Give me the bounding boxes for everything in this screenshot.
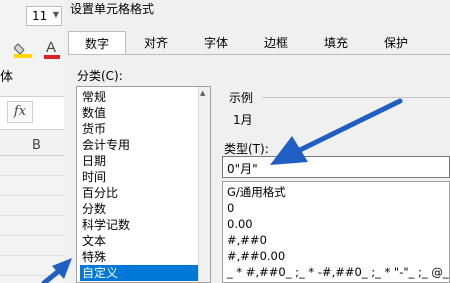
tab-border[interactable]: 边框 [250,31,302,55]
insert-function-button[interactable]: fx [7,101,33,123]
format-item[interactable]: 0.00 [227,216,253,232]
font-size-select[interactable]: 11 ▼ [26,6,62,26]
tab-divider [68,54,450,55]
category-item[interactable]: 日期 [80,153,207,169]
category-item[interactable]: 分数 [80,201,207,217]
format-code-list[interactable]: G/通用格式 0 0.00 #,##0 #,##0.00 _ * #,##0_ … [222,181,450,283]
sample-value: 1月 [233,113,253,127]
font-color-icon[interactable]: A [44,38,60,60]
category-label: 分类(C): [77,69,123,83]
category-item[interactable]: 特殊 [80,249,207,265]
category-item[interactable]: 常规 [80,89,207,105]
tab-strip: 数字 对齐 字体 边框 填充 保护 [68,31,450,55]
category-item[interactable]: 科学记数 [80,217,207,233]
format-item[interactable]: #,##0 [227,232,267,248]
type-input-value: 0"月" [227,162,258,176]
format-item[interactable]: G/通用格式 [227,184,286,200]
font-size-value: 11 [32,9,48,23]
chevron-down-icon: ▼ [52,10,59,19]
format-item[interactable]: 0 [227,200,234,216]
type-input[interactable]: 0"月" [222,156,450,178]
format-item[interactable]: #,##0.00 [227,248,285,264]
category-item[interactable]: 货币 [80,121,207,137]
category-item[interactable]: 数值 [80,105,207,121]
category-scrollbar[interactable] [198,87,210,282]
sample-group-line [262,97,450,98]
tab-fill[interactable]: 填充 [310,31,362,55]
column-header-b[interactable]: B [32,138,41,153]
tab-alignment[interactable]: 对齐 [130,31,182,55]
category-item-custom[interactable]: 自定义 [80,265,207,281]
grid-line [0,235,64,236]
format-item[interactable]: _ * #,##0_ ;_ * -#,##0_ ;_ * "-"_ ;_ @_ [227,264,449,280]
svg-text:A: A [46,39,56,56]
category-list[interactable]: 常规 数值 货币 会计专用 日期 时间 百分比 分数 科学记数 文本 特殊 自定… [76,86,211,283]
category-item[interactable]: 会计专用 [80,137,207,153]
category-item[interactable]: 文本 [80,233,207,249]
sample-label: 示例 [229,91,254,105]
fill-color-icon[interactable] [13,40,32,58]
grid-line [0,255,64,256]
tab-font[interactable]: 字体 [190,31,242,55]
grid-line [0,215,64,216]
category-item[interactable]: 百分比 [80,185,207,201]
ribbon-group-label: 体 [0,70,14,85]
grid-line [0,195,64,196]
dialog-title: 设置单元格格式 [70,2,155,16]
tab-protection[interactable]: 保护 [370,31,422,55]
grid-line [0,275,64,276]
grid-line [0,175,64,176]
scroll-up-icon[interactable]: ▲ [200,89,205,97]
category-item[interactable]: 时间 [80,169,207,185]
tab-number[interactable]: 数字 [68,31,126,55]
type-label: 类型(T): [224,142,269,156]
